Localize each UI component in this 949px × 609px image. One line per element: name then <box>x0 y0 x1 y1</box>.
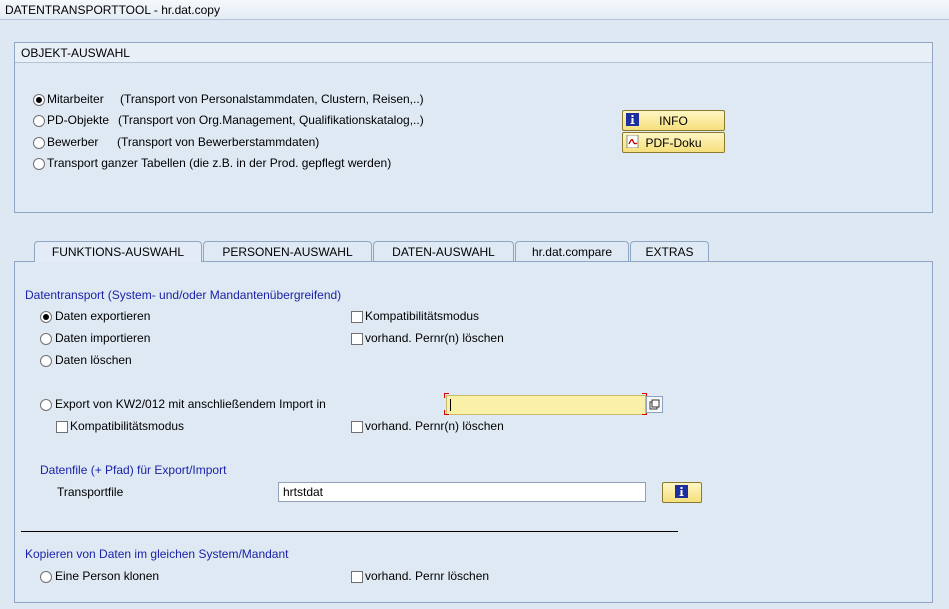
tab-hr-dat-compare[interactable]: hr.dat.compare <box>515 241 629 261</box>
info-icon <box>675 485 688 498</box>
radio-daten-importieren[interactable] <box>40 333 52 345</box>
tabellen-label: Transport ganzer Tabellen (die z.B. in d… <box>47 156 392 170</box>
transportfile-value: hrtstdat <box>283 485 324 499</box>
checkbox-pernr-loeschen[interactable] <box>351 333 363 345</box>
value-help-button[interactable] <box>646 396 663 413</box>
radio-mitarbeiter[interactable] <box>33 94 45 106</box>
daten-loeschen-label: Daten löschen <box>55 353 132 367</box>
transportfile-info-button[interactable] <box>662 482 702 503</box>
required-corner <box>444 393 449 398</box>
radio-export-kw[interactable] <box>40 399 52 411</box>
info-button-label: INFO <box>659 114 688 128</box>
tab-personen-auswahl[interactable]: PERSONEN-AUSWAHL <box>203 241 372 261</box>
mitarbeiter-desc: (Transport von Personalstammdaten, Clust… <box>120 92 424 106</box>
pernr-loeschen-2-label: vorhand. Pernr(n) löschen <box>365 419 504 433</box>
radio-tabellen[interactable] <box>33 158 45 170</box>
tab-label: FUNKTIONS-AUSWAHL <box>51 245 185 259</box>
daten-exportieren-label: Daten exportieren <box>55 309 151 323</box>
pd-objekte-desc: (Transport von Org.Management, Qualifika… <box>118 113 424 127</box>
export-kw-label: Export von KW2/012 mit anschließendem Im… <box>55 397 326 411</box>
checkbox-kompatibilitaetsmodus-2[interactable] <box>56 421 68 433</box>
tab-extras[interactable]: EXTRAS <box>630 241 709 261</box>
person-klonen-label: Eine Person klonen <box>55 569 160 583</box>
bewerber-label: Bewerber <box>47 135 99 149</box>
copy-icon <box>649 399 660 410</box>
tab-label: PERSONEN-AUSWAHL <box>222 245 353 259</box>
kompatibilitaetsmodus-2-label: Kompatibilitätsmodus <box>70 419 185 433</box>
datenfile-section-title: Datenfile (+ Pfad) für Export/Import <box>40 463 227 477</box>
datentransport-section-title: Datentransport (System- und/oder Mandant… <box>25 288 342 302</box>
objekt-auswahl-group: OBJEKT-AUSWAHL <box>14 42 933 213</box>
checkbox-kompatibilitaetsmodus[interactable] <box>351 311 363 323</box>
pdf-doku-button[interactable]: PDF-Doku <box>622 132 725 153</box>
text-cursor <box>450 399 451 411</box>
objekt-auswahl-header: OBJEKT-AUSWAHL <box>15 43 932 63</box>
tab-label: DATEN-AUSWAHL <box>392 245 495 259</box>
radio-person-klonen[interactable] <box>40 571 52 583</box>
window-title: DATENTRANSPORTTOOL - hr.dat.copy <box>5 3 220 17</box>
info-button[interactable]: INFO <box>622 110 725 131</box>
daten-importieren-label: Daten importieren <box>55 331 151 345</box>
pernr-loeschen-3-label: vorhand. Pernr löschen <box>365 569 490 583</box>
kompatibilitaetsmodus-label: Kompatibilitätsmodus <box>365 309 480 323</box>
checkbox-pernr-loeschen-2[interactable] <box>351 421 363 433</box>
pernr-loeschen-label: vorhand. Pernr(n) löschen <box>365 331 504 345</box>
pdf-doku-label: PDF-Doku <box>645 136 702 150</box>
radio-daten-loeschen[interactable] <box>40 355 52 367</box>
kopieren-section-title: Kopieren von Daten im gleichen System/Ma… <box>25 547 289 561</box>
required-corner <box>444 410 449 415</box>
kw-import-target-input[interactable] <box>446 395 646 415</box>
checkbox-pernr-loeschen-3[interactable] <box>351 571 363 583</box>
radio-pd-objekte[interactable] <box>33 115 45 127</box>
radio-daten-exportieren[interactable] <box>40 311 52 323</box>
transportfile-input[interactable]: hrtstdat <box>278 482 646 502</box>
window-titlebar: DATENTRANSPORTTOOL - hr.dat.copy <box>0 0 949 20</box>
mitarbeiter-label: Mitarbeiter <box>47 92 104 106</box>
bewerber-desc: (Transport von Bewerberstammdaten) <box>117 135 320 149</box>
objekt-auswahl-title: OBJEKT-AUSWAHL <box>21 46 130 60</box>
separator-line <box>21 531 678 532</box>
transportfile-label: Transportfile <box>57 485 124 499</box>
tab-label: hr.dat.compare <box>531 245 613 259</box>
tab-daten-auswahl[interactable]: DATEN-AUSWAHL <box>373 241 514 261</box>
tab-funktions-auswahl[interactable]: FUNKTIONS-AUSWAHL <box>34 241 202 262</box>
radio-bewerber[interactable] <box>33 137 45 149</box>
tab-label: EXTRAS <box>645 245 694 259</box>
pd-objekte-label: PD-Objekte <box>47 113 110 127</box>
